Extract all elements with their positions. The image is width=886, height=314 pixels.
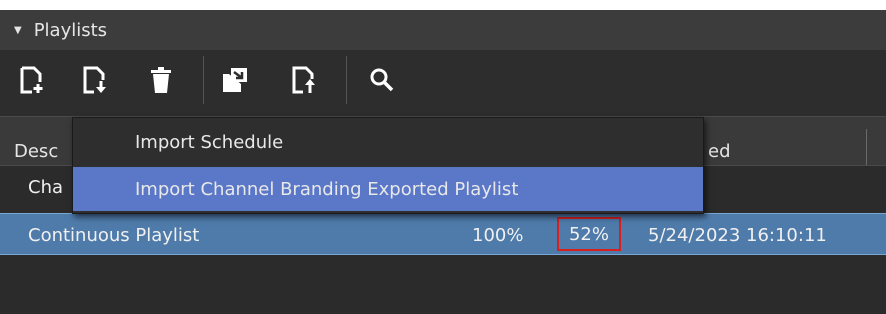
- row-progress-b-highlighted: 52%: [557, 217, 621, 251]
- table-row-selected[interactable]: Continuous Playlist 100% 52% 5/24/2023 1…: [0, 213, 886, 255]
- toolbar-separator: [203, 56, 204, 104]
- export-package-icon[interactable]: [217, 62, 253, 98]
- search-icon[interactable]: [364, 62, 400, 98]
- panel-title: Playlists: [33, 19, 108, 41]
- collapse-triangle-icon[interactable]: ▼: [14, 25, 22, 36]
- new-playlist-icon[interactable]: [14, 62, 50, 98]
- column-header-date[interactable]: ed: [708, 141, 731, 162]
- row-progress-a: 100%: [472, 225, 524, 246]
- row-description: Continuous Playlist: [28, 225, 200, 246]
- import-playlist-icon[interactable]: [77, 62, 113, 98]
- menu-item-import-schedule[interactable]: Import Schedule: [73, 120, 703, 164]
- row-date: 5/24/2023 16:10:11: [648, 225, 827, 246]
- playlists-panel-header[interactable]: ▼ Playlists: [0, 10, 886, 50]
- row-description: Cha: [28, 177, 64, 198]
- column-header-description[interactable]: Desc: [14, 141, 58, 162]
- toolbar-separator: [346, 56, 347, 104]
- menu-item-import-channel-branding[interactable]: Import Channel Branding Exported Playlis…: [73, 167, 703, 211]
- delete-icon[interactable]: [143, 62, 179, 98]
- import-dropdown-menu: Import Schedule Import Channel Branding …: [72, 117, 704, 214]
- toolbar: [0, 50, 886, 116]
- clipped-caption-strip: [0, 0, 886, 10]
- export-playlist-icon[interactable]: [286, 62, 322, 98]
- column-resize-handle[interactable]: [866, 129, 867, 165]
